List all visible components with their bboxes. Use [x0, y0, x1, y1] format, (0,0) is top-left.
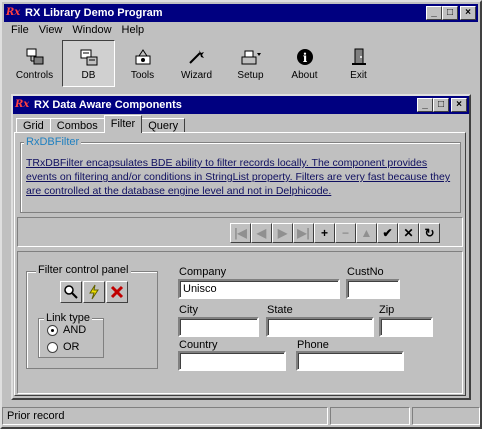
nav-refresh-button[interactable]: ↻	[419, 223, 440, 243]
controls-label: Controls	[15, 69, 54, 81]
menu-help[interactable]: Help	[117, 22, 150, 40]
state-field[interactable]	[266, 317, 374, 337]
menu-bar: File View Window Help	[6, 22, 149, 40]
state-label: State	[267, 304, 293, 316]
exit-icon	[348, 47, 370, 67]
filter-description: TRxDBFilter encapsulates BDE ability to …	[26, 157, 451, 197]
nav-delete-button[interactable]: −	[335, 223, 356, 243]
company-field[interactable]: Unisco	[178, 279, 340, 299]
tools-button[interactable]: Tools	[116, 40, 169, 87]
nav-insert-button[interactable]: +	[314, 223, 335, 243]
wizard-button[interactable]: Wizard	[170, 40, 223, 87]
app-logo-icon: Rx	[6, 7, 21, 18]
info-icon: i	[294, 47, 316, 67]
database-icon	[78, 47, 100, 67]
child-title: RX Data Aware Components	[34, 99, 182, 111]
menu-window[interactable]: Window	[67, 22, 116, 40]
lightning-icon	[89, 284, 99, 300]
status-panel-2	[330, 407, 410, 425]
child-logo-icon: Rx	[15, 99, 30, 110]
filter-group-legend: RxDBFilter	[24, 136, 82, 148]
link-type-legend: Link type	[44, 312, 93, 324]
setup-button[interactable]: Setup	[224, 40, 277, 87]
window-title: RX Library Demo Program	[25, 7, 163, 19]
setup-icon	[240, 47, 262, 67]
svg-text:i: i	[302, 51, 307, 65]
child-maximize-button[interactable]: □	[433, 98, 449, 112]
nav-last-button[interactable]: ▶|	[293, 223, 314, 243]
filter-apply-button[interactable]	[83, 281, 105, 303]
country-field[interactable]	[178, 351, 286, 371]
status-panel-3	[412, 407, 480, 425]
maximize-button[interactable]: □	[442, 6, 458, 20]
about-button[interactable]: i About	[278, 40, 331, 87]
nav-edit-button[interactable]: ▲	[356, 223, 377, 243]
magnifier-icon	[64, 285, 78, 299]
menu-file[interactable]: File	[6, 22, 34, 40]
tab-query[interactable]: Query	[141, 118, 186, 133]
nav-next-button[interactable]: ▶	[272, 223, 293, 243]
db-button[interactable]: DB	[62, 40, 115, 87]
radio-or-dot	[47, 341, 58, 353]
about-label: About	[291, 69, 318, 81]
status-bar: Prior record	[2, 407, 480, 427]
controls-icon	[24, 47, 46, 67]
city-label: City	[179, 304, 198, 316]
controls-button[interactable]: Controls	[8, 40, 61, 87]
toolbar: Controls DB Tools Wizard Setup i About E…	[8, 40, 386, 88]
phone-field[interactable]	[296, 351, 404, 371]
tools-icon	[132, 47, 154, 67]
radio-and-dot	[47, 324, 58, 336]
tools-label: Tools	[130, 69, 155, 81]
minimize-button[interactable]: _	[426, 6, 442, 20]
close-button[interactable]: ×	[460, 6, 476, 20]
db-navigator: |◀ ◀ ▶ ▶| + − ▲ ✔ ✕ ↻	[230, 223, 440, 243]
country-label: Country	[179, 339, 218, 351]
city-field[interactable]	[178, 317, 259, 337]
filter-search-button[interactable]	[60, 281, 82, 303]
title-bar[interactable]: Rx RX Library Demo Program _ □ ×	[4, 4, 478, 22]
custno-label: CustNo	[347, 266, 384, 278]
wizard-label: Wizard	[180, 69, 213, 81]
zip-label: Zip	[379, 304, 395, 316]
red-x-icon	[110, 285, 124, 299]
nav-post-button[interactable]: ✔	[377, 223, 398, 243]
db-label: DB	[81, 69, 96, 81]
radio-or-label: OR	[63, 341, 80, 353]
radio-and[interactable]: AND	[47, 324, 86, 336]
tab-combos[interactable]: Combos	[49, 118, 105, 133]
phone-label: Phone	[297, 339, 329, 351]
exit-button[interactable]: Exit	[332, 40, 385, 87]
nav-prior-button[interactable]: ◀	[251, 223, 272, 243]
zip-field[interactable]	[379, 317, 433, 337]
exit-label: Exit	[350, 69, 367, 81]
setup-label: Setup	[237, 69, 264, 81]
control-panel-legend: Filter control panel	[36, 264, 131, 276]
company-label: Company	[179, 266, 227, 278]
radio-and-label: AND	[63, 324, 87, 336]
nav-first-button[interactable]: |◀	[230, 223, 251, 243]
wizard-icon	[186, 47, 208, 67]
nav-cancel-button[interactable]: ✕	[398, 223, 419, 243]
child-minimize-button[interactable]: _	[417, 98, 433, 112]
filter-clear-button[interactable]	[106, 281, 128, 303]
child-close-button[interactable]: ×	[451, 98, 467, 112]
tab-filter[interactable]: Filter	[103, 115, 143, 133]
radio-or[interactable]: OR	[47, 341, 80, 353]
child-title-bar[interactable]: Rx RX Data Aware Components _ □ ×	[13, 96, 469, 114]
tab-strip: Grid Combos Filter Query	[16, 115, 186, 133]
tab-grid[interactable]: Grid	[16, 118, 51, 133]
status-text: Prior record	[2, 407, 328, 425]
custno-field[interactable]	[346, 279, 400, 299]
menu-view[interactable]: View	[34, 22, 68, 40]
